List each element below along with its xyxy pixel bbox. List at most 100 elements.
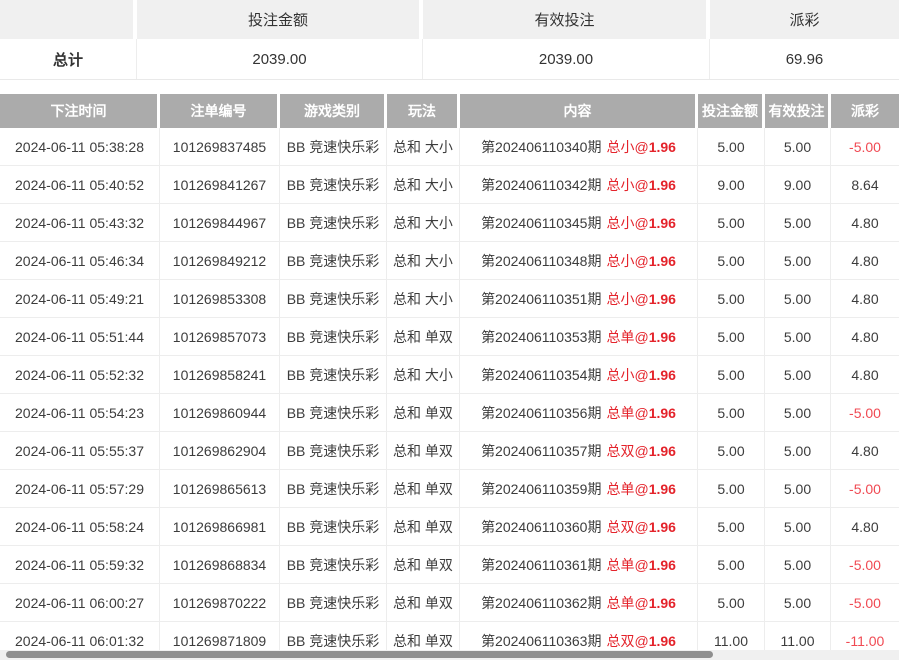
pick-text: 总双@ xyxy=(606,441,648,461)
play-type-cell: 总和 单双 xyxy=(387,546,460,583)
bet-amount-cell: 5.00 xyxy=(698,242,765,279)
order-number-cell: 101269857073 xyxy=(160,318,280,355)
summary-header-empty-cell xyxy=(0,0,137,39)
bets-table: 下注时间 注单编号 游戏类别 玩法 内容 投注金额 有效投注 派彩 2024-0… xyxy=(0,94,899,660)
order-number-cell: 101269858241 xyxy=(160,356,280,393)
payout-cell: 8.64 xyxy=(831,166,899,203)
horizontal-scrollbar-track[interactable] xyxy=(0,650,899,660)
odds-text: 1.96 xyxy=(649,405,676,421)
odds-text: 1.96 xyxy=(649,633,676,649)
play-type-cell: 总和 大小 xyxy=(387,356,460,393)
odds-text: 1.96 xyxy=(649,481,676,497)
payout-cell: 4.80 xyxy=(831,318,899,355)
bet-time-cell: 2024-06-11 05:46:34 xyxy=(0,242,160,279)
pick-text: 总双@ xyxy=(606,631,648,651)
odds-text: 1.96 xyxy=(649,291,676,307)
pick-text: 总双@ xyxy=(606,517,648,537)
table-row: 2024-06-11 05:55:37 101269862904 BB 竞速快乐… xyxy=(0,432,899,470)
content-cell: 第202406110345期 总小@ 1.96 xyxy=(460,204,698,241)
odds-text: 1.96 xyxy=(649,519,676,535)
bet-time-cell: 2024-06-11 06:00:27 xyxy=(0,584,160,621)
summary-total-row: 总计 2039.00 2039.00 69.96 xyxy=(0,39,899,80)
pick-text: 总单@ xyxy=(606,593,648,613)
game-category-cell: BB 竞速快乐彩 xyxy=(280,470,387,507)
valid-bet-cell: 5.00 xyxy=(765,204,831,241)
bets-table-header-row: 下注时间 注单编号 游戏类别 玩法 内容 投注金额 有效投注 派彩 xyxy=(0,94,899,128)
game-category-cell: BB 竞速快乐彩 xyxy=(280,204,387,241)
odds-text: 1.96 xyxy=(649,595,676,611)
valid-bet-cell: 5.00 xyxy=(765,470,831,507)
game-category-cell: BB 竞速快乐彩 xyxy=(280,394,387,431)
odds-text: 1.96 xyxy=(649,443,676,459)
content-cell: 第202406110351期 总小@ 1.96 xyxy=(460,280,698,317)
table-row: 2024-06-11 05:46:34 101269849212 BB 竞速快乐… xyxy=(0,242,899,280)
valid-bet-cell: 5.00 xyxy=(765,318,831,355)
payout-cell: -5.00 xyxy=(831,394,899,431)
odds-text: 1.96 xyxy=(649,215,676,231)
valid-bet-cell: 5.00 xyxy=(765,584,831,621)
bet-amount-cell: 5.00 xyxy=(698,128,765,165)
bet-amount-cell: 5.00 xyxy=(698,584,765,621)
table-row: 2024-06-11 05:51:44 101269857073 BB 竞速快乐… xyxy=(0,318,899,356)
bet-time-cell: 2024-06-11 05:49:21 xyxy=(0,280,160,317)
period-text: 第202406110351期 xyxy=(481,289,601,309)
odds-text: 1.96 xyxy=(649,139,676,155)
period-text: 第202406110353期 xyxy=(481,327,601,347)
order-number-cell: 101269844967 xyxy=(160,204,280,241)
period-text: 第202406110356期 xyxy=(481,403,601,423)
game-category-cell: BB 竞速快乐彩 xyxy=(280,242,387,279)
order-number-cell: 101269868834 xyxy=(160,546,280,583)
bet-amount-cell: 5.00 xyxy=(698,546,765,583)
bet-time-cell: 2024-06-11 05:40:52 xyxy=(0,166,160,203)
bet-time-cell: 2024-06-11 05:51:44 xyxy=(0,318,160,355)
valid-bet-cell: 5.00 xyxy=(765,432,831,469)
play-type-cell: 总和 单双 xyxy=(387,508,460,545)
period-text: 第202406110360期 xyxy=(481,517,601,537)
valid-bet-cell: 5.00 xyxy=(765,128,831,165)
game-category-cell: BB 竞速快乐彩 xyxy=(280,546,387,583)
content-cell: 第202406110342期 总小@ 1.96 xyxy=(460,166,698,203)
valid-bet-cell: 5.00 xyxy=(765,242,831,279)
period-text: 第202406110357期 xyxy=(481,441,601,461)
bet-amount-cell: 5.00 xyxy=(698,432,765,469)
content-cell: 第202406110340期 总小@ 1.96 xyxy=(460,128,698,165)
content-cell: 第202406110353期 总单@ 1.96 xyxy=(460,318,698,355)
content-cell: 第202406110362期 总单@ 1.96 xyxy=(460,584,698,621)
period-text: 第202406110345期 xyxy=(481,213,601,233)
bet-time-cell: 2024-06-11 05:52:32 xyxy=(0,356,160,393)
valid-bet-cell: 5.00 xyxy=(765,546,831,583)
table-row: 2024-06-11 05:40:52 101269841267 BB 竞速快乐… xyxy=(0,166,899,204)
table-row: 2024-06-11 05:43:32 101269844967 BB 竞速快乐… xyxy=(0,204,899,242)
summary-valid-total: 2039.00 xyxy=(423,39,710,79)
bet-amount-cell: 5.00 xyxy=(698,280,765,317)
play-type-cell: 总和 单双 xyxy=(387,584,460,621)
valid-bet-cell: 9.00 xyxy=(765,166,831,203)
valid-bet-cell: 5.00 xyxy=(765,280,831,317)
play-type-cell: 总和 单双 xyxy=(387,432,460,469)
period-text: 第202406110363期 xyxy=(481,631,601,651)
valid-bet-cell: 5.00 xyxy=(765,508,831,545)
payout-cell: 4.80 xyxy=(831,204,899,241)
play-type-cell: 总和 大小 xyxy=(387,280,460,317)
summary-header-valid-bet: 有效投注 xyxy=(423,0,710,39)
play-type-cell: 总和 大小 xyxy=(387,128,460,165)
pick-text: 总小@ xyxy=(606,175,648,195)
period-text: 第202406110354期 xyxy=(481,365,601,385)
horizontal-scrollbar-thumb[interactable] xyxy=(6,651,713,658)
bet-time-cell: 2024-06-11 05:59:32 xyxy=(0,546,160,583)
table-row: 2024-06-11 05:57:29 101269865613 BB 竞速快乐… xyxy=(0,470,899,508)
summary-bet-total: 2039.00 xyxy=(137,39,423,79)
pick-text: 总小@ xyxy=(606,365,648,385)
order-number-cell: 101269849212 xyxy=(160,242,280,279)
odds-text: 1.96 xyxy=(649,557,676,573)
content-cell: 第202406110348期 总小@ 1.96 xyxy=(460,242,698,279)
order-number-cell: 101269862904 xyxy=(160,432,280,469)
bet-time-cell: 2024-06-11 05:57:29 xyxy=(0,470,160,507)
bet-amount-cell: 5.00 xyxy=(698,394,765,431)
pick-text: 总小@ xyxy=(606,137,648,157)
game-category-cell: BB 竞速快乐彩 xyxy=(280,128,387,165)
table-row: 2024-06-11 05:59:32 101269868834 BB 竞速快乐… xyxy=(0,546,899,584)
bet-amount-cell: 9.00 xyxy=(698,166,765,203)
play-type-cell: 总和 单双 xyxy=(387,318,460,355)
valid-bet-cell: 5.00 xyxy=(765,356,831,393)
